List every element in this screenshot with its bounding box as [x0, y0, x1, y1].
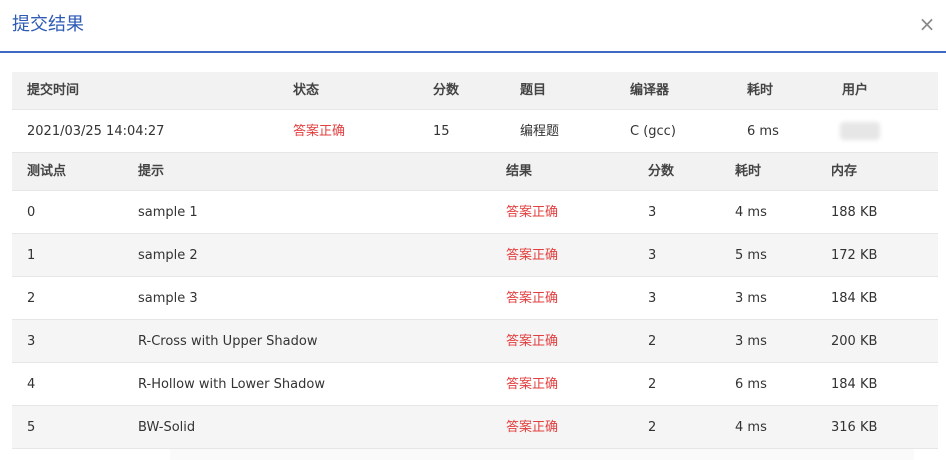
- testcase-result: 答案正确: [506, 291, 559, 306]
- user-avatar-blurred[interactable]: [840, 122, 880, 140]
- testcase-row: 5 BW-Solid 答案正确 2 4 ms 316 KB: [12, 406, 938, 449]
- testcase-result: 答案正确: [506, 420, 559, 435]
- col-compiler: 编译器: [630, 83, 670, 98]
- col-problem: 题目: [520, 83, 547, 98]
- status-accepted[interactable]: 答案正确: [293, 110, 345, 153]
- testcase-time: 6 ms: [735, 377, 767, 392]
- submission-table: 提交时间 状态 分数 题目 编译器 耗时 用户 2021/03/25 14:04…: [12, 72, 938, 153]
- testcase-result: 答案正确: [506, 248, 559, 263]
- testcase-memory: 184 KB: [831, 291, 878, 306]
- testcase-id: 2: [27, 291, 36, 306]
- testcase-row: 2 sample 3 答案正确 3 3 ms 184 KB: [12, 277, 938, 320]
- modal-header: 提交结果 ×: [0, 0, 946, 53]
- testcase-hint: sample 3: [138, 291, 198, 306]
- testcase-id: 1: [27, 248, 36, 263]
- col-tc-score: 分数: [648, 164, 675, 179]
- testcase-result: 答案正确: [506, 377, 559, 392]
- col-duration: 耗时: [747, 83, 774, 98]
- testcase-hint: R-Cross with Upper Shadow: [138, 334, 318, 349]
- testcase-id: 3: [27, 334, 36, 349]
- col-memory: 内存: [831, 164, 858, 179]
- duration: 6 ms: [747, 124, 779, 139]
- testcase-hint: sample 1: [138, 205, 198, 220]
- col-result: 结果: [506, 164, 533, 179]
- testcase-time: 4 ms: [735, 205, 767, 220]
- modal-title: 提交结果: [12, 14, 84, 35]
- testcase-memory: 200 KB: [831, 334, 878, 349]
- testcase-score: 3: [648, 205, 657, 220]
- testcase-score: 2: [648, 377, 657, 392]
- testcase-score: 2: [648, 334, 657, 349]
- testcase-row: 3 R-Cross with Upper Shadow 答案正确 2 3 ms …: [12, 320, 938, 363]
- testcase-hint: BW-Solid: [138, 420, 196, 435]
- testcase-table: 测试点 提示 结果 分数 耗时 内存 0 sample 1 答案正确 3 4 m…: [12, 153, 938, 449]
- testcase-result: 答案正确: [506, 205, 559, 220]
- testcase-header-row: 测试点 提示 结果 分数 耗时 内存: [12, 153, 938, 191]
- testcase-memory: 172 KB: [831, 248, 878, 263]
- testcase-time: 5 ms: [735, 248, 767, 263]
- col-status: 状态: [293, 83, 320, 98]
- compiler: C (gcc): [630, 124, 676, 139]
- close-icon[interactable]: ×: [918, 13, 936, 35]
- testcase-memory: 184 KB: [831, 377, 878, 392]
- testcase-time: 4 ms: [735, 420, 767, 435]
- testcase-row: 4 R-Hollow with Lower Shadow 答案正确 2 6 ms…: [12, 363, 938, 406]
- submission-header-row: 提交时间 状态 分数 题目 编译器 耗时 用户: [12, 72, 938, 110]
- testcase-id: 0: [27, 205, 36, 220]
- testcase-time: 3 ms: [735, 291, 767, 306]
- testcase-hint: R-Hollow with Lower Shadow: [138, 377, 325, 392]
- testcase-result: 答案正确: [506, 334, 559, 349]
- testcase-time: 3 ms: [735, 334, 767, 349]
- testcase-memory: 188 KB: [831, 205, 878, 220]
- submission-row: 2021/03/25 14:04:27 答案正确 15 编程题 C (gcc) …: [12, 110, 938, 153]
- testcase-score: 3: [648, 248, 657, 263]
- col-hint: 提示: [138, 164, 165, 179]
- testcase-row: 0 sample 1 答案正确 3 4 ms 188 KB: [12, 191, 938, 234]
- bottom-panel-edge: [170, 448, 914, 460]
- col-submit-time: 提交时间: [27, 83, 80, 98]
- testcase-hint: sample 2: [138, 248, 198, 263]
- submission-score: 15: [433, 124, 450, 139]
- testcase-id: 5: [27, 420, 36, 435]
- col-tc-time: 耗时: [735, 164, 762, 179]
- testcase-id: 4: [27, 377, 36, 392]
- testcase-score: 3: [648, 291, 657, 306]
- col-score: 分数: [433, 83, 460, 98]
- col-testcase: 测试点: [27, 164, 67, 179]
- testcase-score: 2: [648, 420, 657, 435]
- col-user: 用户: [842, 83, 869, 98]
- testcase-memory: 316 KB: [831, 420, 878, 435]
- testcase-row: 1 sample 2 答案正确 3 5 ms 172 KB: [12, 234, 938, 277]
- submit-time: 2021/03/25 14:04:27: [27, 124, 165, 139]
- problem-type: 编程题: [520, 124, 560, 139]
